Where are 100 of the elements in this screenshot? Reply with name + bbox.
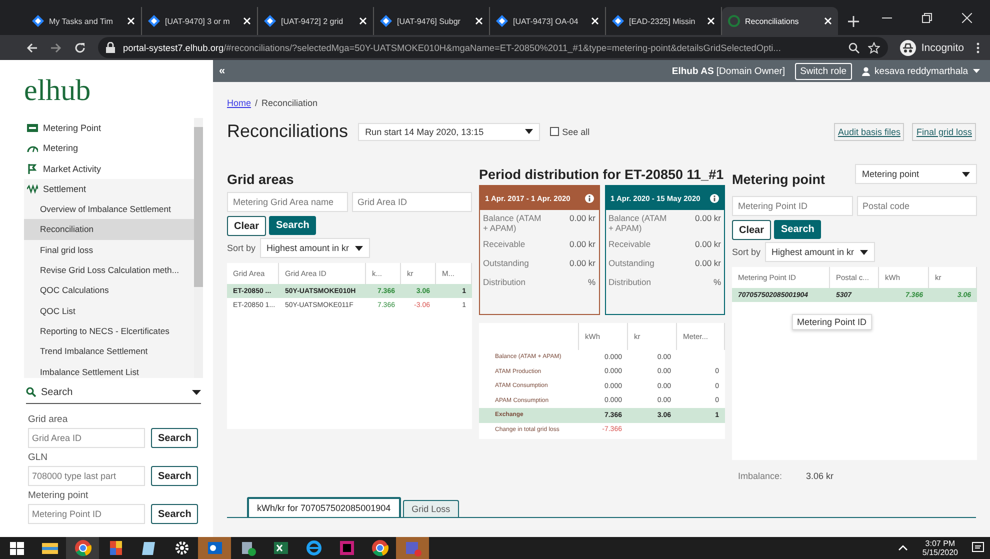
reload-icon (74, 42, 86, 54)
card-value: 0.00 kr (570, 258, 596, 270)
close-icon (707, 17, 715, 25)
browser-e-icon[interactable] (304, 539, 322, 557)
type-dropdown[interactable]: Metering point (855, 164, 977, 184)
nav-subitem[interactable]: Imbalance Settlement List (24, 362, 194, 378)
clock-time: 3:07 PM (925, 539, 956, 548)
profile-button[interactable]: Incognito (900, 40, 964, 56)
spreadsheet-icon[interactable] (272, 539, 290, 557)
tooltip: Metering Point ID (792, 314, 872, 330)
card-value: % (713, 277, 721, 289)
card-label: Balance (ATAM + APAM) (608, 213, 668, 233)
imbalance-label: Imbalance: (738, 471, 782, 481)
collapse-button[interactable]: « (219, 65, 226, 77)
clock-date: 5/15/2020 (922, 548, 958, 557)
close-icon (359, 17, 367, 25)
diamond-icon (148, 15, 160, 27)
link[interactable]: Final grid loss (912, 122, 976, 140)
star-icon (868, 42, 880, 54)
nav-item[interactable]: Metering (24, 138, 194, 159)
nav-subitem[interactable]: Reporting to NECS - Elcertificates (24, 320, 194, 342)
link[interactable]: Audit basis files (834, 122, 904, 140)
card-value: 0.00 kr (570, 239, 596, 251)
caret-icon (192, 390, 201, 394)
nav-subitem[interactable]: QOC Calculations (24, 280, 194, 301)
person-icon (862, 66, 870, 76)
card-label: Distribution (608, 277, 652, 289)
filter-field[interactable]: Metering Point ID (732, 196, 852, 216)
section-title: Grid areas (227, 172, 295, 188)
search-dropdown[interactable]: Search (26, 381, 201, 404)
browser-tab[interactable]: Reconciliations (722, 7, 838, 35)
close-icon (824, 17, 832, 25)
breadcrumb-current: Reconciliation (262, 98, 318, 108)
search-field[interactable]: 708000 type last part (28, 466, 145, 486)
forward-icon (50, 42, 62, 54)
gear-icon[interactable] (172, 539, 190, 557)
diamond-icon (264, 15, 276, 27)
filter-field[interactable]: Postal code (856, 196, 977, 216)
run-dropdown[interactable]: Run start 14 May 2020, 13:15 (358, 122, 540, 140)
nav-subitem[interactable]: Trend Imbalance Settlement (24, 341, 194, 362)
nav-subitem[interactable]: Final grid loss (24, 240, 194, 260)
card-label: Distribution (483, 277, 527, 289)
diamond-icon (32, 15, 44, 27)
caret-icon (354, 246, 363, 250)
clear-button[interactable]: Clear (732, 220, 772, 240)
search-button[interactable]: Search (151, 504, 198, 524)
search-button[interactable]: Search (151, 428, 198, 448)
breadcrumb-separator: / (255, 98, 258, 108)
search-field[interactable]: Grid Area ID (28, 428, 145, 448)
tab[interactable]: Grid Loss (402, 500, 460, 517)
user-menu[interactable]: kesava reddymarthala (862, 66, 984, 76)
imbalance-value: 3.06 kr (806, 471, 834, 481)
caret-icon (973, 69, 980, 73)
switch-role-button[interactable]: Switch role (795, 62, 852, 80)
card-value: 0.00 kr (695, 239, 721, 251)
diamond-icon (380, 15, 392, 27)
close-icon (127, 17, 135, 25)
filter-field[interactable]: Grid Area ID (352, 192, 472, 212)
windows-icon[interactable] (8, 539, 26, 557)
close-icon (962, 12, 972, 22)
field-label: Metering point (28, 490, 90, 501)
logo[interactable]: elhub (24, 72, 203, 110)
nav-subitem[interactable]: Reconciliation (24, 219, 194, 240)
flag-icon (27, 164, 38, 174)
chrome-icon[interactable] (370, 539, 388, 557)
nav-item[interactable]: Market Activity (24, 158, 194, 179)
search-field[interactable]: Metering Point ID (28, 504, 145, 524)
back-icon (26, 42, 38, 54)
notification-icon (972, 542, 984, 554)
section-title: Metering point (732, 172, 825, 188)
scrollbar[interactable] (194, 118, 203, 378)
nav-item[interactable]: Metering Point (24, 118, 194, 138)
caret-icon (525, 129, 534, 134)
tab[interactable]: kWh/kr for 707057502085001904 (247, 497, 401, 517)
sort-dropdown[interactable]: Highest amount in kr (764, 242, 875, 262)
chrome-icon[interactable] (74, 539, 92, 557)
restore-icon (922, 12, 932, 22)
field-label: Grid area (28, 414, 69, 425)
nav-subitem[interactable]: QOC List (24, 300, 194, 321)
chevron-up-icon (898, 545, 908, 551)
sort-dropdown[interactable]: Highest amount in kr (260, 238, 370, 258)
nav-subitem[interactable]: Revise Grid Loss Calculation meth... (24, 260, 194, 280)
diamond-icon (612, 15, 624, 27)
card-label: Balance (ATAM + APAM) (483, 213, 542, 233)
search-button[interactable]: Search (774, 220, 822, 239)
filter-field[interactable]: Metering Grid Area name (227, 192, 348, 212)
see-all-checkbox[interactable]: See all (550, 126, 590, 136)
nav-subitem[interactable]: Overview of Imbalance Settlement (24, 199, 194, 220)
organization-label: Elhub AS [Domain Owner] (672, 66, 786, 76)
clear-button[interactable]: Clear (227, 216, 266, 236)
breadcrumb-link[interactable]: Home (227, 98, 252, 108)
search-button[interactable]: Search (269, 216, 316, 235)
incognito-icon (900, 40, 916, 56)
card-value: 0.00 kr (695, 213, 721, 225)
card-label: Receivable (608, 239, 652, 251)
address-field[interactable]: portal-systest7.elhub.org/#reconciliations/?selectedMga=50Y-UATSMOKE010H&mgaName=ET-20850%2011_#1&type=metering-point&detailsGridSelectedOpti... (98, 37, 888, 58)
card-value: 0.00 kr (570, 213, 596, 225)
card-label: Outstanding (483, 258, 530, 270)
close-icon (591, 17, 599, 25)
search-button[interactable]: Search (151, 466, 198, 486)
